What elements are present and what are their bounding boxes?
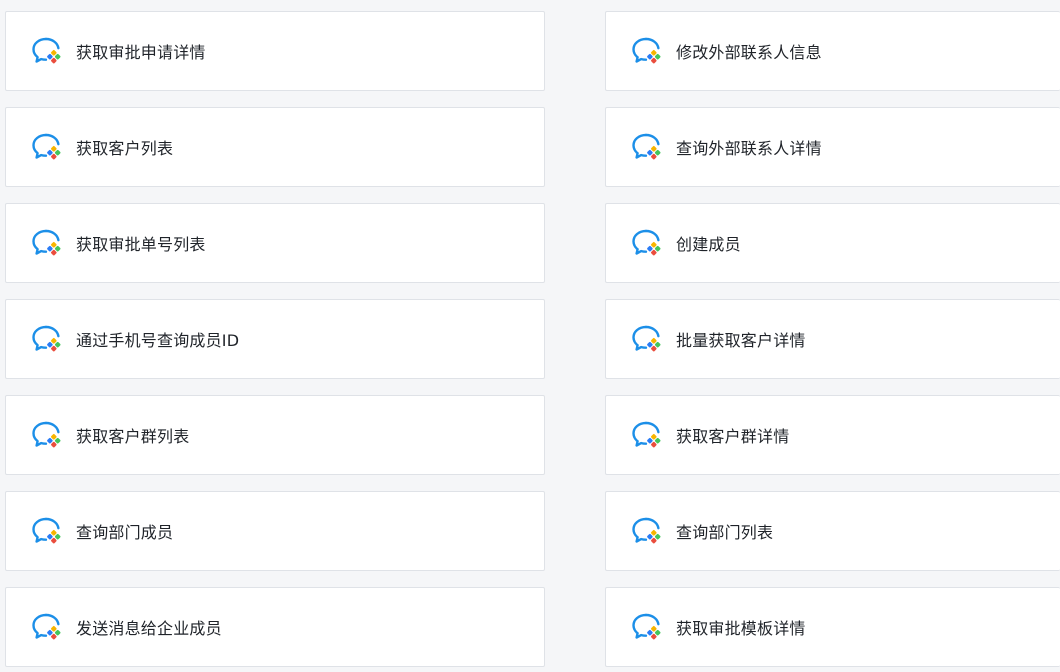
api-card-send-message-to-member[interactable]: 发送消息给企业成员 [5, 587, 545, 667]
wecom-chat-bubble-icon [631, 36, 661, 66]
api-card-get-customer-group-detail[interactable]: 获取客户群详情 [605, 395, 1060, 475]
api-card-get-customer-group-list[interactable]: 获取客户群列表 [5, 395, 545, 475]
api-card-create-member[interactable]: 创建成员 [605, 203, 1060, 283]
api-card-label: 修改外部联系人信息 [676, 43, 822, 62]
wecom-chat-bubble-icon [31, 516, 61, 546]
wecom-chat-bubble-icon [631, 612, 661, 642]
api-card-label: 获取客户列表 [76, 139, 174, 158]
api-card-label: 通过手机号查询成员ID [76, 331, 240, 350]
api-card-label: 获取审批申请详情 [76, 43, 206, 62]
wecom-chat-bubble-icon [31, 36, 61, 66]
api-card-grid: 获取审批申请详情 修改外部联系人信息 获取客户列表 查询外部联系人详情 获取审批… [5, 11, 1060, 672]
wecom-chat-bubble-icon [631, 228, 661, 258]
api-card-update-external-contact[interactable]: 修改外部联系人信息 [605, 11, 1060, 91]
wecom-chat-bubble-icon [631, 420, 661, 450]
wecom-chat-bubble-icon [31, 612, 61, 642]
api-card-label: 查询外部联系人详情 [676, 139, 822, 158]
wecom-chat-bubble-icon [631, 132, 661, 162]
api-card-label: 发送消息给企业成员 [76, 619, 222, 638]
api-card-label: 获取客户群列表 [76, 427, 190, 446]
api-card-label: 批量获取客户详情 [676, 331, 806, 350]
api-card-batch-get-customer-detail[interactable]: 批量获取客户详情 [605, 299, 1060, 379]
wecom-chat-bubble-icon [631, 516, 661, 546]
api-card-label: 查询部门列表 [676, 523, 774, 542]
api-card-get-external-contact-detail[interactable]: 查询外部联系人详情 [605, 107, 1060, 187]
wecom-chat-bubble-icon [31, 132, 61, 162]
api-card-get-approval-template-detail[interactable]: 获取审批模板详情 [605, 587, 1060, 667]
api-card-label: 创建成员 [676, 235, 741, 254]
api-card-label: 获取审批单号列表 [76, 235, 206, 254]
api-card-get-department-members[interactable]: 查询部门成员 [5, 491, 545, 571]
api-card-get-customer-list[interactable]: 获取客户列表 [5, 107, 545, 187]
api-card-label: 查询部门成员 [76, 523, 174, 542]
api-card-get-approval-detail[interactable]: 获取审批申请详情 [5, 11, 545, 91]
api-card-get-approval-number-list[interactable]: 获取审批单号列表 [5, 203, 545, 283]
api-card-get-member-id-by-mobile[interactable]: 通过手机号查询成员ID [5, 299, 545, 379]
wecom-chat-bubble-icon [31, 420, 61, 450]
wecom-chat-bubble-icon [631, 324, 661, 354]
api-card-label: 获取审批模板详情 [676, 619, 806, 638]
wecom-chat-bubble-icon [31, 324, 61, 354]
wecom-chat-bubble-icon [31, 228, 61, 258]
api-card-get-department-list[interactable]: 查询部门列表 [605, 491, 1060, 571]
api-card-label: 获取客户群详情 [676, 427, 790, 446]
